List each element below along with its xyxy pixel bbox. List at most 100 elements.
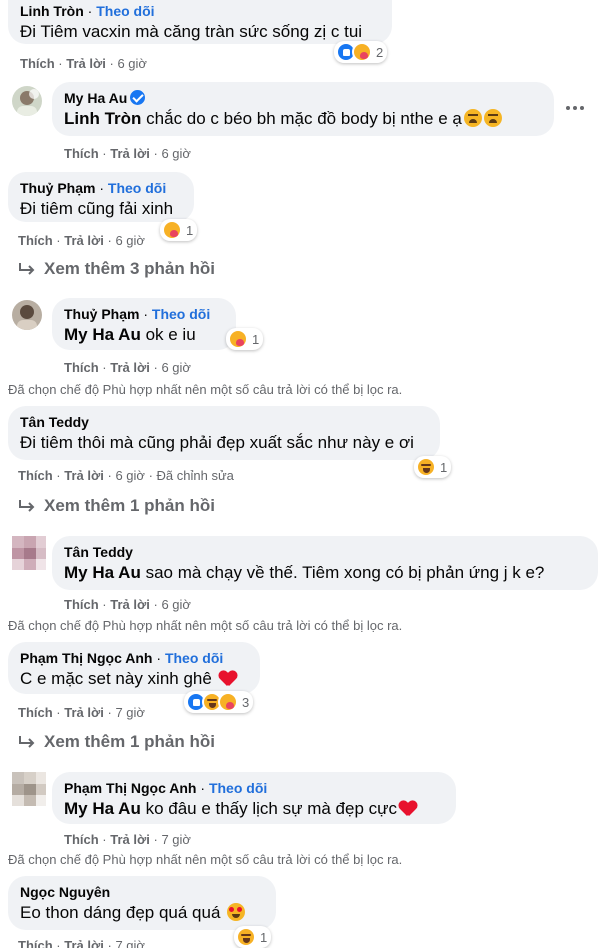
comment-actions: Thích · Trả lời · 7 giờ bbox=[64, 832, 191, 848]
mention-link[interactable]: My Ha Au bbox=[64, 563, 141, 582]
reply-action[interactable]: Trả lời bbox=[66, 56, 106, 71]
filter-notice: Đã chọn chế độ Phù hợp nhất nên một số c… bbox=[8, 382, 403, 397]
commenter-name[interactable]: Thuỷ Phạm bbox=[64, 306, 139, 322]
like-action[interactable]: Thích bbox=[18, 233, 53, 248]
reply-action[interactable]: Trả lời bbox=[64, 468, 104, 483]
separator: · bbox=[102, 832, 107, 847]
commenter-name[interactable]: Thuỷ Phạm bbox=[20, 180, 95, 196]
timestamp[interactable]: 7 giờ bbox=[115, 938, 145, 948]
timestamp[interactable]: 7 giờ bbox=[115, 705, 145, 720]
reaction-number: 3 bbox=[242, 694, 250, 710]
like-action[interactable]: Thích bbox=[64, 146, 99, 161]
comment-actions: Thích · Trả lời · 6 giờ bbox=[20, 56, 147, 72]
timestamp[interactable]: 6 giờ bbox=[115, 233, 145, 248]
follow-link[interactable]: Theo dõi bbox=[96, 3, 154, 19]
separator: · bbox=[56, 938, 61, 948]
comment-bubble: Phạm Thị Ngọc Anh · Theo dõi C e mặc set… bbox=[8, 642, 260, 694]
reaction-count[interactable]: 1 bbox=[414, 456, 452, 478]
mention-link[interactable]: My Ha Au bbox=[64, 799, 141, 818]
reply-action[interactable]: Trả lời bbox=[64, 705, 104, 720]
comment-actions: Thích · Trả lời · 6 giờ bbox=[64, 146, 191, 162]
reaction-number: 1 bbox=[440, 459, 448, 475]
timestamp[interactable]: 6 giờ bbox=[161, 360, 191, 375]
like-action[interactable]: Thích bbox=[64, 597, 99, 612]
view-more-label: Xem thêm 3 phản hồi bbox=[44, 259, 215, 278]
separator: · bbox=[58, 56, 63, 71]
comment-bubble: Ngọc Nguyên Eo thon dáng đẹp quá quá bbox=[8, 876, 276, 930]
timestamp[interactable]: 6 giờ bbox=[115, 468, 145, 483]
reply-arrow-icon bbox=[19, 263, 35, 275]
commenter-name[interactable]: Phạm Thị Ngọc Anh bbox=[64, 780, 196, 796]
comment-bubble: Linh Tròn · Theo dõi Đi Tiêm vacxin mà c… bbox=[8, 0, 392, 44]
commenter-name[interactable]: Tân Teddy bbox=[64, 544, 133, 560]
reaction-number: 2 bbox=[376, 44, 384, 60]
commenter-name[interactable]: Linh Tròn bbox=[20, 3, 84, 19]
like-action[interactable]: Thích bbox=[18, 705, 53, 720]
follow-link[interactable]: Theo dõi bbox=[209, 780, 267, 796]
separator: · bbox=[102, 146, 107, 161]
separator: · bbox=[56, 233, 61, 248]
view-more-replies-button[interactable]: Xem thêm 1 phản hồi bbox=[18, 496, 215, 516]
separator: · bbox=[56, 705, 61, 720]
more-options-icon[interactable] bbox=[566, 106, 584, 110]
follow-link[interactable]: Theo dõi bbox=[152, 306, 210, 322]
commenter-name[interactable]: Phạm Thị Ngọc Anh bbox=[20, 650, 152, 666]
tired-face-icon bbox=[463, 109, 482, 127]
commenter-name[interactable]: My Ha Au bbox=[64, 90, 127, 106]
reply-action[interactable]: Trả lời bbox=[64, 938, 104, 948]
separator: · bbox=[102, 360, 107, 375]
like-action[interactable]: Thích bbox=[20, 56, 55, 71]
comment-bubble: Tân Teddy My Ha Au sao mà chạy về thế. T… bbox=[52, 536, 598, 590]
view-more-replies-button[interactable]: Xem thêm 1 phản hồi bbox=[18, 732, 215, 752]
like-action[interactable]: Thích bbox=[18, 938, 53, 948]
red-heart-icon bbox=[219, 671, 237, 687]
reply-arrow-icon bbox=[19, 736, 35, 748]
separator: · bbox=[107, 705, 112, 720]
separator: · bbox=[87, 3, 93, 19]
comment-bubble: My Ha Au Linh Tròn chắc do c béo bh mặc … bbox=[52, 82, 554, 136]
comment-bubble: Thuỷ Phạm · Theo dõi My Ha Au ok e iu bbox=[52, 298, 236, 350]
reaction-number: 1 bbox=[260, 929, 268, 945]
like-action[interactable]: Thích bbox=[18, 468, 53, 483]
comment-actions: Thích · Trả lời · 6 giờ bbox=[64, 360, 191, 376]
timestamp[interactable]: 7 giờ bbox=[161, 832, 191, 847]
reaction-count[interactable]: 1 bbox=[234, 926, 272, 948]
reply-action[interactable]: Trả lời bbox=[110, 360, 150, 375]
like-action[interactable]: Thích bbox=[64, 360, 99, 375]
reply-action[interactable]: Trả lời bbox=[64, 233, 104, 248]
timestamp[interactable]: 6 giờ bbox=[161, 597, 191, 612]
avatar[interactable] bbox=[12, 86, 42, 116]
haha-icon bbox=[236, 927, 256, 947]
avatar[interactable] bbox=[12, 300, 42, 330]
mention-link[interactable]: My Ha Au bbox=[64, 325, 141, 344]
separator: · bbox=[153, 597, 158, 612]
timestamp[interactable]: 6 giờ bbox=[117, 56, 147, 71]
reaction-count[interactable]: 1 bbox=[226, 328, 264, 350]
follow-link[interactable]: Theo dõi bbox=[165, 650, 223, 666]
red-heart-icon bbox=[399, 801, 417, 817]
care-icon bbox=[162, 220, 182, 240]
separator: · bbox=[200, 780, 206, 796]
reaction-count[interactable]: 1 bbox=[160, 219, 198, 241]
avatar[interactable] bbox=[12, 772, 46, 806]
heart-eyes-icon bbox=[227, 903, 246, 921]
reply-action[interactable]: Trả lời bbox=[110, 832, 150, 847]
reply-action[interactable]: Trả lời bbox=[110, 597, 150, 612]
avatar[interactable] bbox=[12, 536, 46, 570]
comment-text: ko đâu e thấy lịch sự mà đẹp cực bbox=[145, 799, 398, 818]
comment-actions: Thích · Trả lời · 6 giờ bbox=[64, 597, 191, 613]
like-action[interactable]: Thích bbox=[64, 832, 99, 847]
timestamp[interactable]: 6 giờ bbox=[161, 146, 191, 161]
filter-notice: Đã chọn chế độ Phù hợp nhất nên một số c… bbox=[8, 618, 403, 633]
view-more-replies-button[interactable]: Xem thêm 3 phản hồi bbox=[18, 259, 215, 279]
reaction-count[interactable]: 2 bbox=[334, 41, 388, 63]
comment-bubble: Tân Teddy Đi tiêm thôi mà cũng phải đẹp … bbox=[8, 406, 440, 460]
separator: · bbox=[99, 180, 105, 196]
reply-action[interactable]: Trả lời bbox=[110, 146, 150, 161]
mention-link[interactable]: Linh Tròn bbox=[64, 109, 141, 128]
commenter-name[interactable]: Ngọc Nguyên bbox=[20, 884, 110, 900]
comment-text: sao mà chạy về thế. Tiêm xong có bị phản… bbox=[145, 563, 545, 582]
reaction-count[interactable]: 3 bbox=[184, 691, 254, 713]
commenter-name[interactable]: Tân Teddy bbox=[20, 414, 89, 430]
follow-link[interactable]: Theo dõi bbox=[108, 180, 166, 196]
